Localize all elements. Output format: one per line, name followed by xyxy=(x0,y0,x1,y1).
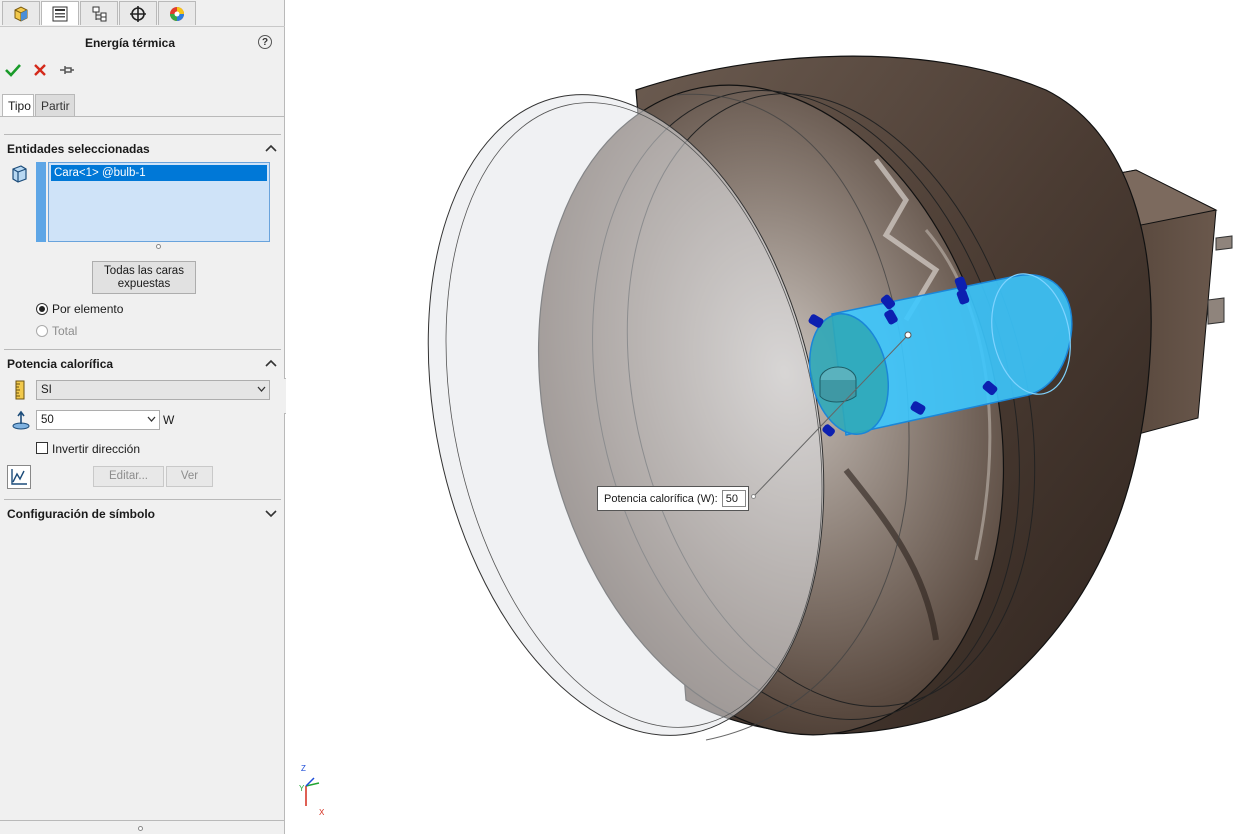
callout-label: Potencia calorífica (W): xyxy=(604,492,718,505)
selected-entities-list[interactable]: Cara<1> @bulb-1 xyxy=(48,162,270,242)
chevron-down-icon xyxy=(147,416,156,422)
edit-button: Editar... xyxy=(93,466,164,487)
chevron-down-icon[interactable] xyxy=(264,508,278,518)
panel-resize-handle[interactable] xyxy=(138,826,143,831)
help-icon[interactable]: ? xyxy=(258,35,272,49)
tab-split[interactable]: Partir xyxy=(35,94,75,117)
tab-type[interactable]: Tipo xyxy=(2,94,34,117)
keep-visible-button[interactable] xyxy=(58,61,76,79)
chevron-up-icon[interactable] xyxy=(264,358,278,368)
heat-power-header: Potencia calorífica xyxy=(7,357,114,371)
manager-tab-bar xyxy=(0,0,285,27)
graph-icon xyxy=(11,469,27,485)
total-label: Total xyxy=(52,324,78,338)
per-item-radio[interactable] xyxy=(36,303,48,315)
coordinate-triad: Z Y X xyxy=(299,764,325,817)
unit-system-select[interactable]: SI xyxy=(36,380,270,400)
per-item-label: Por elemento xyxy=(52,302,124,316)
reverse-direction-label: Invertir dirección xyxy=(52,442,141,456)
list-resize-handle[interactable] xyxy=(156,244,161,249)
list-item[interactable]: Cara<1> @bulb-1 xyxy=(51,165,267,181)
time-curve-button[interactable] xyxy=(7,465,31,489)
tab-dimxpert-manager[interactable] xyxy=(119,1,157,25)
heat-power-value: 50 xyxy=(41,414,54,426)
callout-handle[interactable] xyxy=(751,494,756,499)
callout-value-field[interactable]: 50 xyxy=(721,490,746,507)
tab-display-manager[interactable] xyxy=(158,1,196,25)
section-divider xyxy=(4,349,281,350)
configuration-manager-icon xyxy=(92,6,107,21)
heat-power-icon xyxy=(12,410,30,430)
model-3d-view[interactable]: Z Y X xyxy=(286,0,1252,834)
heat-power-input[interactable]: 50 xyxy=(36,410,160,430)
feature-manager-icon xyxy=(14,5,28,22)
tab-property-manager[interactable] xyxy=(41,1,79,25)
selected-entities-header: Entidades seleccionadas xyxy=(7,142,150,156)
triad-x-label: X xyxy=(319,808,325,817)
face-selection-icon xyxy=(12,165,27,183)
panel-bottom-divider xyxy=(0,820,285,821)
reverse-direction-checkbox[interactable] xyxy=(36,442,48,454)
heat-power-unit: W xyxy=(163,413,175,427)
display-manager-icon xyxy=(170,6,184,21)
chevron-down-icon xyxy=(257,386,266,392)
all-exposed-faces-button[interactable]: Todas las caras expuestas xyxy=(92,261,196,294)
section-divider xyxy=(4,134,281,135)
ok-button[interactable] xyxy=(4,61,22,79)
total-radio xyxy=(36,325,48,337)
property-manager-panel: Energía térmica ? Tipo Partir Entidades … xyxy=(0,0,285,834)
tab-configuration-manager[interactable] xyxy=(80,1,118,25)
triad-z-label: Z xyxy=(301,764,306,773)
dimxpert-manager-icon xyxy=(130,5,146,22)
heat-power-callout[interactable]: Potencia calorífica (W): 50 xyxy=(597,486,749,511)
unit-system-value: SI xyxy=(41,384,52,396)
chevron-up-icon[interactable] xyxy=(264,143,278,153)
check-icon xyxy=(5,64,21,77)
view-button: Ver xyxy=(166,466,213,487)
unit-system-icon xyxy=(15,380,25,400)
pushpin-icon xyxy=(60,66,74,74)
tab-feature-manager[interactable] xyxy=(2,1,40,25)
symbol-settings-header[interactable]: Configuración de símbolo xyxy=(7,507,155,521)
graphics-viewport[interactable]: Z Y X Potencia calorífica (W): 50 xyxy=(286,0,1252,834)
close-icon xyxy=(34,64,46,76)
cancel-button[interactable] xyxy=(31,61,49,79)
section-divider xyxy=(4,499,281,500)
subtab-divider xyxy=(0,116,285,117)
property-manager-icon xyxy=(52,6,68,21)
selection-active-indicator xyxy=(36,162,46,242)
triad-y-label: Y xyxy=(299,784,305,793)
callout-anchor[interactable] xyxy=(904,331,912,339)
panel-title: Energía térmica xyxy=(84,36,176,50)
